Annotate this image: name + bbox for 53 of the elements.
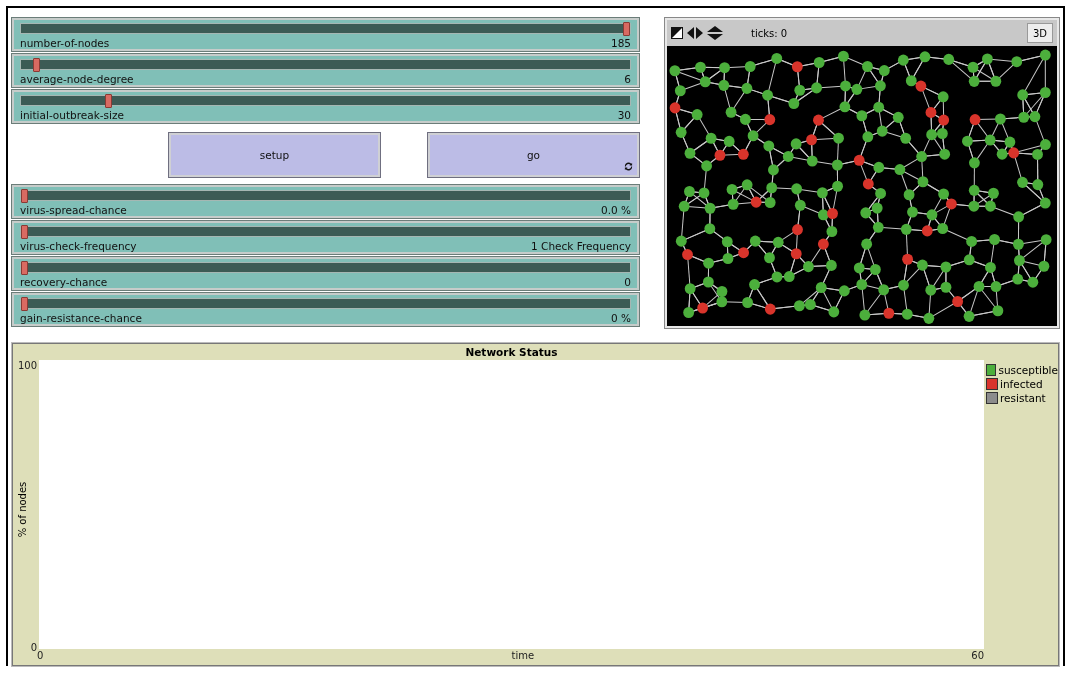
ticks-counter: ticks: 0: [751, 27, 789, 39]
slider[interactable]: initial-outbreak-size 30: [12, 90, 639, 123]
slider-label: initial-outbreak-size: [20, 109, 124, 121]
3d-button[interactable]: 3D: [1026, 23, 1053, 43]
slider-value: 185: [610, 37, 631, 49]
action-button[interactable]: setup: [169, 133, 380, 177]
x-max-label: 60: [971, 650, 984, 661]
slider-label: virus-check-frequency: [20, 240, 137, 252]
slider-track[interactable]: [20, 59, 631, 70]
slider[interactable]: number-of-nodes 185: [12, 18, 639, 51]
slider-track[interactable]: [20, 95, 631, 106]
slider-track[interactable]: [20, 226, 631, 237]
slider-thumb[interactable]: [21, 261, 28, 275]
slider-value: 30: [617, 109, 631, 121]
slider-value: 1 Check Frequency: [531, 240, 631, 252]
slider[interactable]: average-node-degree 6: [12, 54, 639, 87]
slider-value: 0.0 %: [601, 204, 631, 216]
slider-track[interactable]: [20, 190, 631, 201]
slider-track[interactable]: [20, 298, 631, 309]
slider-value: 0: [624, 276, 631, 288]
slider[interactable]: virus-spread-chance 0.0 %: [12, 185, 639, 218]
slider[interactable]: virus-check-frequency 1 Check Frequency: [12, 221, 639, 254]
slider-thumb[interactable]: [105, 94, 113, 108]
repeat-icon: [624, 162, 633, 171]
legend-label: susceptible: [998, 363, 1058, 376]
slider-track[interactable]: [20, 23, 631, 34]
slider[interactable]: gain-resistance-chance 0 %: [12, 293, 639, 326]
vertical-arrows-icon[interactable]: [707, 26, 723, 40]
y-max-label: 100: [17, 359, 37, 371]
slider[interactable]: recovery-chance 0: [12, 257, 639, 290]
slider-thumb[interactable]: [21, 297, 28, 311]
action-button[interactable]: go: [428, 133, 639, 177]
slider-thumb[interactable]: [33, 58, 41, 72]
x-min-label: 0: [37, 650, 44, 661]
slider-thumb[interactable]: [21, 189, 28, 203]
slider-value: 0 %: [611, 312, 631, 324]
slider-label: gain-resistance-chance: [20, 312, 142, 324]
legend-label: infected: [1000, 377, 1043, 390]
slider-label: recovery-chance: [20, 276, 108, 288]
slider-thumb[interactable]: [623, 22, 630, 36]
y-axis-label: % of nodes: [17, 481, 29, 538]
slider-track[interactable]: [20, 262, 631, 273]
x-axis-label: time: [511, 650, 535, 661]
plot-title: Network Status: [465, 345, 558, 358]
y-min-label: 0: [30, 642, 37, 653]
slider-thumb[interactable]: [21, 225, 28, 239]
slider-label: virus-spread-chance: [20, 204, 127, 216]
slider-value: 6: [624, 73, 631, 85]
legend-label: resistant: [1000, 391, 1046, 404]
slider-label: average-node-degree: [20, 73, 134, 85]
horizontal-arrows-icon[interactable]: [687, 27, 703, 39]
contrast-icon[interactable]: [671, 27, 683, 39]
slider-label: number-of-nodes: [20, 37, 110, 49]
